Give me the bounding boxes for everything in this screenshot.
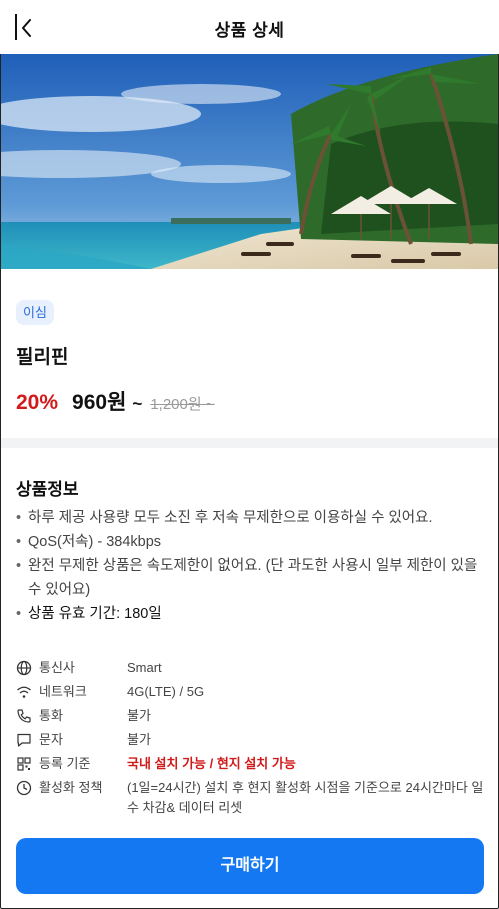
spec-value: 국내 설치 가능 / 현지 설치 가능	[127, 756, 296, 771]
hero-image	[1, 54, 498, 269]
message-icon	[17, 733, 31, 747]
spec-value: Smart	[127, 660, 162, 675]
sale-price: 960원	[72, 391, 127, 414]
spec-value: 불가	[127, 708, 151, 723]
clock-icon	[16, 780, 32, 796]
discount-rate: 20%	[16, 391, 59, 414]
page-title: 상품 상세	[214, 21, 285, 40]
spec-value: 불가	[127, 732, 151, 747]
wifi-icon	[17, 686, 31, 698]
spec-label: 통신사	[39, 660, 75, 675]
info-bullet: 상품 유효 기간: 180일	[16, 602, 486, 626]
spec-label: 통화	[39, 708, 63, 723]
price-row: 20% 960원 ~ 1,200원 ~	[16, 386, 215, 414]
spec-label: 활성화 정책	[39, 780, 103, 795]
spec-value: 4G(LTE) / 5G	[127, 684, 205, 699]
header: 상품 상세	[0, 0, 499, 54]
spec-label: 등록 기준	[39, 756, 91, 771]
section-divider	[1, 438, 498, 448]
buy-button[interactable]: 구매하기	[16, 838, 484, 894]
spec-value: (1일=24시간) 설치 후 현지 활성화 시점을 기준으로 24시간마다 일수…	[127, 780, 484, 815]
globe-icon	[16, 660, 32, 676]
product-name: 필리핀	[16, 347, 69, 368]
info-bullets: 하루 제공 사용량 모두 소진 후 저속 무제한으로 이용하실 수 있어요. Q…	[16, 506, 486, 626]
spec-label: 문자	[39, 732, 63, 747]
original-price: 1,200원 ~	[150, 396, 215, 413]
info-title: 상품정보	[16, 480, 79, 499]
info-bullet: 완전 무제한 상품은 속도제한이 없어요. (단 과도한 사용시 일부 제한이 …	[16, 554, 486, 602]
spec-label: 네트워크	[39, 684, 87, 699]
info-bullet: 하루 제공 사용량 모두 소진 후 저속 무제한으로 이용하실 수 있어요.	[16, 506, 486, 530]
esim-badge: 이심	[16, 300, 54, 325]
qr-code-icon	[17, 757, 31, 771]
phone-icon	[17, 709, 31, 723]
price-tilde: ~	[132, 394, 143, 413]
info-bullet: QoS(저속) - 384kbps	[16, 530, 486, 554]
